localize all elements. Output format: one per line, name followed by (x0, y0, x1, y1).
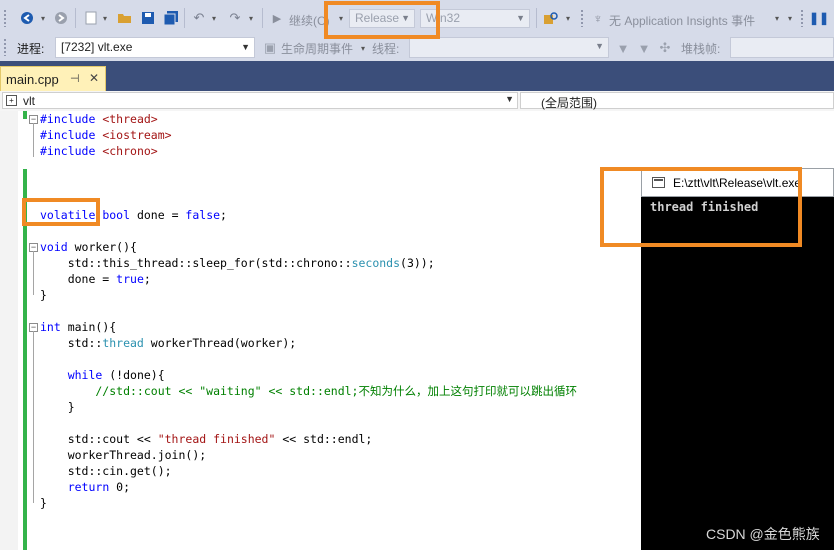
global-scope-value: (全局范围) (541, 96, 597, 110)
application-insights-icon[interactable]: ♆ (590, 9, 606, 27)
code-line: return 0; (67, 480, 131, 494)
separator (262, 8, 263, 28)
console-window[interactable]: E:\ztt\vlt\Release\vlt.exe thread finish… (641, 168, 834, 550)
redo-icon[interactable]: ↷ (226, 9, 244, 27)
process-label: 进程: (17, 42, 45, 56)
code-line: std::this_thread::sleep_for(std::chrono:… (40, 256, 435, 270)
code-line: //std::cout << "waiting" << std::endl;不知… (40, 384, 577, 398)
code-line: std::cout << "thread finished" << std::e… (40, 432, 373, 446)
solution-config-value: Release (355, 11, 400, 25)
change-tracking-bar (23, 169, 27, 550)
solution-config-select[interactable]: Release ▼ (349, 9, 415, 28)
lifecycle-events-icon[interactable]: ▣ (263, 39, 277, 57)
code-line: while (!done){ (67, 368, 165, 382)
save-icon[interactable] (139, 9, 157, 27)
chevron-down-icon: ▼ (241, 42, 250, 52)
new-item-icon[interactable] (82, 9, 100, 27)
code-line: workerThread.join(); (40, 448, 207, 462)
find-dropdown-icon[interactable]: ▾ (563, 9, 573, 27)
lifecycle-dropdown-icon[interactable]: ▾ (358, 39, 368, 57)
code-line: #include <iostream> (40, 128, 172, 142)
chevron-down-icon: ▼ (516, 13, 525, 23)
code-line: #include <chrono> (40, 144, 158, 158)
change-tracking-bar (23, 111, 27, 119)
continue-dropdown-icon[interactable]: ▾ (336, 9, 346, 27)
code-line: void worker(){ (40, 240, 137, 254)
code-line: } (40, 400, 75, 414)
forward-icon[interactable] (52, 9, 70, 27)
app-insights-dropdown-icon[interactable]: ▾ (772, 9, 782, 27)
console-title: E:\ztt\vlt\Release\vlt.exe (673, 176, 802, 190)
fold-guide (33, 251, 34, 295)
project-scope-select[interactable]: + vlt ▼ (2, 92, 518, 109)
back-icon[interactable] (18, 9, 36, 27)
navigation-bar: + vlt ▼ (全局范围) (0, 91, 834, 112)
toolbar-grip[interactable] (800, 9, 804, 27)
console-title-bar[interactable]: E:\ztt\vlt\Release\vlt.exe (641, 168, 834, 197)
find-in-files-icon[interactable] (543, 9, 559, 27)
tab-main-cpp[interactable]: main.cpp ⊣ ✕ (0, 66, 106, 91)
fold-guide (33, 331, 34, 503)
continue-button[interactable]: 继续(C) (289, 12, 330, 29)
close-icon[interactable]: ✕ (89, 71, 99, 85)
save-all-icon[interactable] (162, 9, 180, 27)
code-line: std::cin.get(); (40, 464, 172, 478)
process-value: [7232] vlt.exe (61, 40, 133, 54)
continue-icon[interactable]: ▶ (270, 9, 284, 27)
chevron-down-icon: ▼ (401, 13, 410, 23)
application-insights-button[interactable]: 无 Application Insights 事件 (609, 12, 755, 29)
separator (536, 8, 537, 28)
undo-dropdown-icon[interactable]: ▾ (209, 9, 219, 27)
stack-frame-label: 堆栈帧: (681, 42, 721, 56)
main-toolbar: ▾ ▾ ↶ ▾ ↷ ▾ ▶ 继续(C) ▾ Release ▼ Win32 ▼ ▾ … (0, 0, 834, 35)
toolbar-grip[interactable] (3, 38, 7, 56)
break-all-icon[interactable]: ❚❚ (809, 9, 829, 27)
new-item-dropdown-icon[interactable]: ▾ (100, 9, 110, 27)
code-line: std::thread workerThread(worker); (40, 336, 297, 350)
document-tab-strip (0, 61, 834, 91)
code-line: } (40, 496, 47, 510)
stack-frame-select[interactable] (730, 37, 834, 58)
thread-select[interactable]: ▼ (409, 37, 609, 58)
console-output: thread finished (650, 200, 759, 214)
chevron-down-icon: ▼ (505, 94, 514, 104)
redo-dropdown-icon[interactable]: ▾ (246, 9, 256, 27)
toolbar-grip[interactable] (3, 9, 7, 27)
tab-label: main.cpp (6, 72, 59, 87)
code-line: #include <thread> (40, 112, 158, 126)
separator (75, 8, 76, 28)
code-line: done = true; (40, 272, 151, 286)
process-select[interactable]: [7232] vlt.exe ▼ (55, 37, 255, 58)
pin-icon[interactable]: ⊣ (70, 72, 80, 85)
back-dropdown-icon[interactable]: ▾ (38, 9, 48, 27)
lifecycle-events-button[interactable]: 生命周期事件 (281, 40, 353, 57)
code-line: int main(){ (40, 320, 117, 334)
project-scope-value: vlt (23, 94, 35, 108)
code-line: } (40, 288, 47, 302)
chevron-down-icon: ▼ (595, 41, 604, 51)
separator (184, 8, 185, 28)
undo-icon[interactable]: ↶ (190, 9, 208, 27)
watermark: CSDN @金色熊族 (706, 526, 820, 542)
open-folder-icon[interactable] (116, 9, 134, 27)
toolbar-grip[interactable] (580, 9, 584, 27)
toolbar-overflow-icon[interactable]: ▾ (785, 9, 795, 27)
solution-platform-value: Win32 (426, 11, 461, 25)
debug-location-toolbar: 进程: [7232] vlt.exe ▼ ▣ 生命周期事件 ▾ 线程: ▼ ▼ ▼… (0, 34, 834, 61)
solution-platform-select[interactable]: Win32 ▼ (420, 9, 530, 28)
global-scope-select[interactable]: (全局范围) (520, 92, 834, 110)
thread-label: 线程: (372, 42, 400, 56)
code-line: volatile bool done = false; (40, 208, 227, 222)
thread-switch-icon[interactable]: ✣ (658, 39, 672, 57)
flag-filter-icon[interactable]: ▼ (637, 39, 651, 57)
project-icon: + (6, 95, 17, 106)
console-app-icon (652, 177, 665, 188)
indicator-margin (0, 111, 18, 550)
filter-icon[interactable]: ▼ (616, 39, 630, 57)
fold-guide (33, 123, 34, 157)
